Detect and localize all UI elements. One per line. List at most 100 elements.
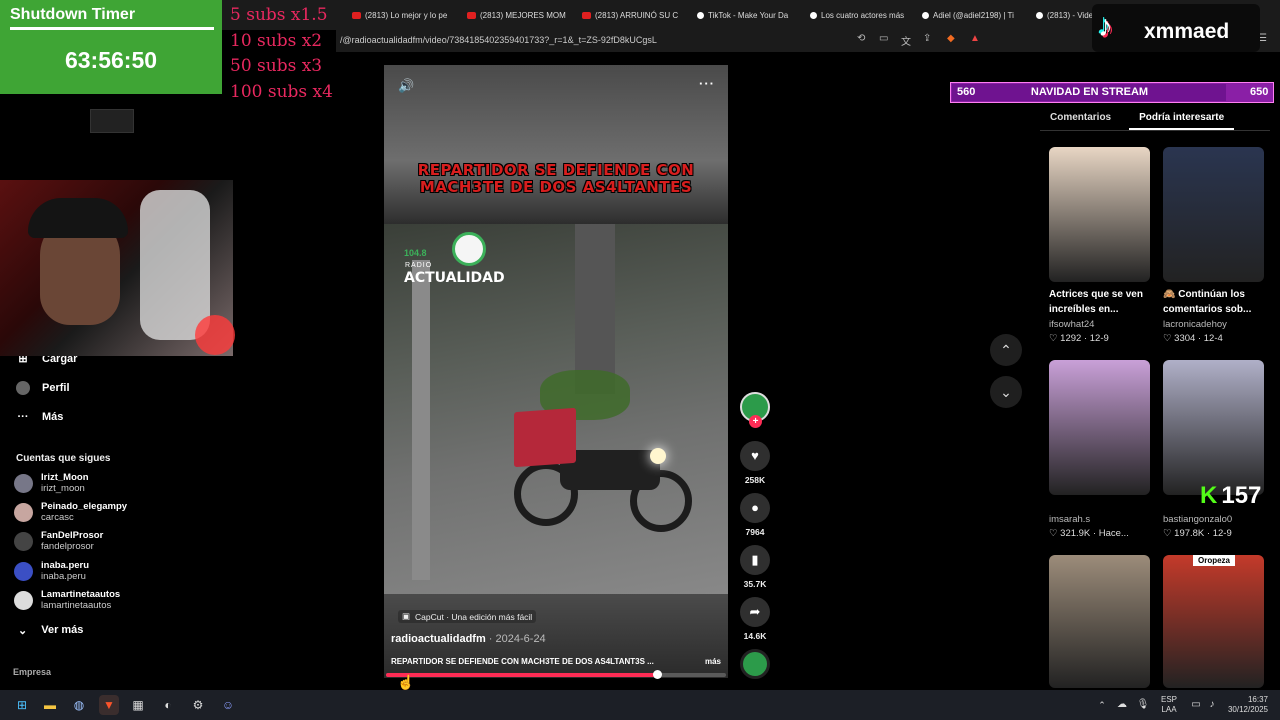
followed-account[interactable]: Irizt_Moon irizt_moon	[14, 472, 89, 494]
discord-icon[interactable]: ☺	[218, 695, 238, 715]
see-more-button[interactable]: ⌄ Ver más	[18, 624, 83, 637]
suggested-video-thumbnail[interactable]	[1049, 147, 1150, 282]
avatar	[14, 590, 33, 610]
tiktok-icon: ♪	[1098, 10, 1113, 43]
video-progress-bar[interactable]	[386, 673, 726, 677]
browser-tab[interactable]: (2813) Lo mejor y lo pe	[352, 6, 452, 24]
followed-account[interactable]: Lamartinetaautos lamartinetaautos	[14, 589, 120, 611]
tab-suggestions[interactable]: Podría interesarte	[1129, 110, 1235, 130]
keyboard-language[interactable]: ESP LAA	[1161, 695, 1177, 715]
like-count: 1292	[1060, 333, 1082, 344]
browser-tab-active[interactable]: (2813) - Vide	[1036, 6, 1092, 24]
language-icon[interactable]: 文	[901, 33, 911, 48]
video-pole	[412, 260, 430, 580]
chevron-down-icon: ⌄	[1000, 384, 1012, 400]
like-count: 3304	[1174, 333, 1196, 344]
settings-icon[interactable]: ⚙	[188, 695, 208, 715]
tabs-divider	[1040, 130, 1270, 131]
windows-start-icon[interactable]: ⊞	[12, 695, 32, 715]
suggested-video-author[interactable]: ifsowhat24	[1049, 319, 1094, 330]
suggested-video-thumbnail[interactable]: Oropeza	[1163, 555, 1264, 688]
suggested-video-thumbnail[interactable]	[1163, 360, 1264, 495]
separator: ·	[1090, 528, 1099, 539]
share-icon[interactable]: ⇪	[923, 33, 931, 44]
clock[interactable]: 16:37 30/12/2025	[1220, 695, 1268, 715]
steam-icon[interactable]: ◍	[69, 695, 89, 715]
youtube-icon	[467, 11, 476, 19]
followed-account[interactable]: inaba.peru inaba.peru	[14, 560, 89, 582]
suggested-video-author[interactable]: bastiangonzalo0	[1163, 514, 1232, 525]
follow-plus-icon[interactable]: +	[749, 415, 762, 428]
like-button[interactable]: ♥ 258K	[738, 441, 772, 485]
heart-outline-icon: ♡	[1163, 528, 1175, 539]
post-date: 12-9	[1089, 333, 1109, 344]
video-progress-fill	[386, 673, 655, 677]
suggested-video-title[interactable]: Actrices que se ven increíbles en...	[1049, 287, 1155, 317]
obs-icon[interactable]: ◐	[158, 695, 178, 715]
comment-icon: ●	[740, 493, 770, 523]
timer-divider	[10, 27, 214, 30]
comment-button[interactable]: ● 7964	[738, 493, 772, 537]
next-video-button[interactable]: ⌄	[990, 376, 1022, 408]
webcam-light	[195, 315, 235, 355]
sidebar-item-more[interactable]: ··· Más	[16, 410, 64, 424]
suggested-video-thumbnail[interactable]	[1049, 360, 1150, 495]
bookmark-icon: ▮	[740, 545, 770, 575]
previous-video-button[interactable]: ⌃	[990, 334, 1022, 366]
more-options-icon[interactable]: ···	[699, 76, 715, 91]
suggested-video-thumbnail[interactable]	[1163, 147, 1264, 282]
subs-line: 50 subs x3	[230, 56, 323, 76]
file-explorer-icon[interactable]: ▬	[40, 695, 60, 715]
capcut-badge[interactable]: ▣ CapCut · Una edición más fácil	[398, 610, 537, 623]
stream-goal-target: 650	[1250, 86, 1269, 98]
share-button[interactable]: ➦ 14.6K	[738, 597, 772, 641]
suggested-video-title[interactable]: 🙈 Continúan los comentarios sob...	[1163, 287, 1269, 317]
suggested-video-author[interactable]: lacronicadehoy	[1163, 319, 1227, 330]
calculator-icon[interactable]: ▦	[128, 695, 148, 715]
screen-icon[interactable]: ▭	[879, 33, 888, 44]
stream-goal-title: NAVIDAD EN STREAM	[1030, 86, 1149, 98]
followed-account[interactable]: Peinado_elegampy carcasc	[14, 501, 127, 523]
browser-tab[interactable]: Adiel (@adiel2198) | Ti	[922, 6, 1022, 24]
brave-browser-icon[interactable]: ▼	[99, 695, 119, 715]
separator: ·	[1195, 333, 1204, 344]
suggested-video-author[interactable]: imsarah.s	[1049, 514, 1090, 525]
tab-comments[interactable]: Comentarios	[1040, 110, 1121, 130]
video-author[interactable]: radioactualidadfm · 2024-6-24	[391, 633, 546, 645]
heart-outline-icon: ♡	[1163, 333, 1175, 344]
browser-tab[interactable]: Los cuatro actores más	[810, 6, 910, 24]
volume-tray-icon[interactable]: ♪	[1202, 695, 1222, 715]
brave-rewards-icon[interactable]: ▲	[970, 33, 980, 44]
kick-counter: K 157	[1200, 482, 1262, 509]
caption-more-button[interactable]: más	[705, 657, 721, 666]
webcam-person-hat	[28, 198, 128, 238]
timer-value: 63:56:50	[64, 47, 158, 73]
browser-tab[interactable]: (2813) ARRUINÓ SU C	[582, 6, 682, 24]
youtube-icon	[582, 11, 591, 19]
suggested-video-thumbnail[interactable]	[1049, 555, 1150, 688]
subs-multiplier-list: 5 subs x1.5 10 subs x2 50 subs x3 100 su…	[230, 3, 333, 105]
separator: ·	[1204, 528, 1213, 539]
suggested-video-stats: ♡ 197.8K · 12-9	[1163, 528, 1232, 539]
volume-icon[interactable]: 🔊	[398, 78, 414, 94]
onedrive-icon[interactable]: ☁	[1112, 695, 1132, 715]
like-count: 321.9K	[1060, 528, 1091, 539]
save-button[interactable]: ▮ 35.7K	[738, 545, 772, 589]
music-disc-icon[interactable]	[740, 649, 770, 679]
tiktok-handle: xmmaed	[1144, 20, 1230, 43]
channel-logo	[90, 109, 134, 133]
subs-line: 100 subs x4	[230, 81, 333, 102]
tray-chevron-icon[interactable]: ⌃	[1092, 695, 1112, 715]
sidebar-item-profile[interactable]: Perfil	[16, 381, 70, 395]
microphone-icon[interactable]: 🎙	[1133, 695, 1153, 715]
brave-shield-icon[interactable]: ◆	[947, 33, 955, 44]
avatar	[14, 531, 33, 551]
browser-tab[interactable]: (2813) MEJORES MOM	[467, 6, 567, 24]
translate-icon[interactable]: ⟲	[857, 33, 865, 44]
browser-tab[interactable]: TikTok - Make Your Da	[697, 6, 797, 24]
youtube-icon	[352, 11, 361, 19]
video-caption: REPARTIDOR SE DEFIENDE CON MACH3TE DE DO…	[391, 657, 721, 666]
followed-account[interactable]: FanDelProsor fandelprosor	[14, 530, 103, 552]
url-text[interactable]: /@radioactualidadfm/video/73841854023594…	[340, 35, 657, 45]
video-progress-handle[interactable]	[653, 670, 662, 679]
